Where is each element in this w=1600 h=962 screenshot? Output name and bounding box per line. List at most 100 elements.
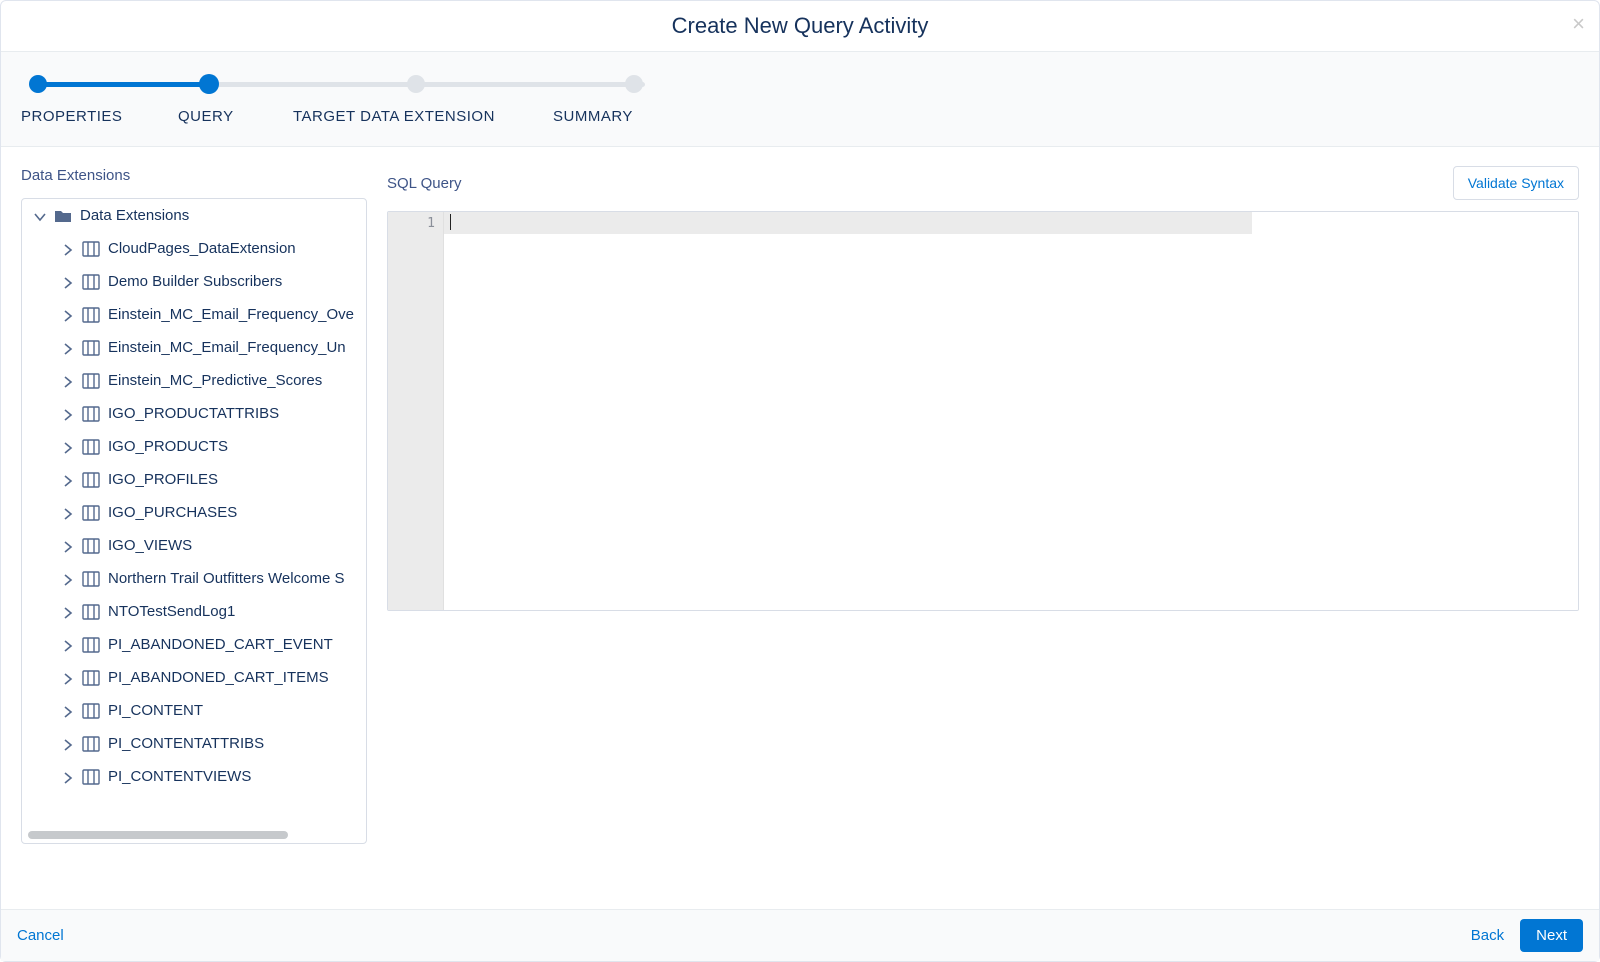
- tree-item[interactable]: PI_CONTENTVIEWS: [22, 760, 366, 793]
- table-icon: [82, 702, 100, 720]
- editor-right-column: [1252, 212, 1578, 610]
- tree-item[interactable]: PI_CONTENTATTRIBS: [22, 727, 366, 760]
- chevron-right-icon[interactable]: [62, 342, 74, 354]
- tree-item[interactable]: IGO_VIEWS: [22, 529, 366, 562]
- tree-item-label: CloudPages_DataExtension: [108, 240, 296, 257]
- chevron-right-icon[interactable]: [62, 672, 74, 684]
- tree-item-label: IGO_PURCHASES: [108, 504, 237, 521]
- table-icon: [82, 438, 100, 456]
- chevron-right-icon[interactable]: [62, 540, 74, 552]
- tree-item[interactable]: IGO_PURCHASES: [22, 496, 366, 529]
- sql-editor[interactable]: 1: [387, 211, 1579, 611]
- scrollbar-thumb[interactable]: [28, 831, 288, 839]
- tree-item-label: PI_ABANDONED_CART_ITEMS: [108, 669, 329, 686]
- tree-item[interactable]: PI_ABANDONED_CART_EVENT: [22, 628, 366, 661]
- chevron-right-icon[interactable]: [62, 474, 74, 486]
- next-button[interactable]: Next: [1520, 919, 1583, 952]
- editor-current-line-highlight: [444, 212, 1262, 234]
- step-label-query[interactable]: QUERY: [178, 108, 234, 125]
- modal-footer: Cancel Back Next: [1, 909, 1599, 961]
- table-icon: [82, 768, 100, 786]
- tree-container: Data Extensions CloudPages_DataExtension…: [21, 198, 367, 844]
- cancel-button[interactable]: Cancel: [17, 927, 64, 944]
- modal-title: Create New Query Activity: [672, 13, 929, 38]
- tree-item-label: PI_CONTENT: [108, 702, 203, 719]
- chevron-right-icon[interactable]: [62, 441, 74, 453]
- sql-query-heading: SQL Query: [387, 175, 461, 192]
- table-icon: [82, 273, 100, 291]
- step-label-target: TARGET DATA EXTENSION: [293, 108, 495, 125]
- step-label-summary: SUMMARY: [553, 108, 633, 125]
- chevron-right-icon[interactable]: [62, 738, 74, 750]
- step-node-summary: [625, 75, 643, 93]
- tree-item-label: PI_CONTENTATTRIBS: [108, 735, 264, 752]
- tree-item-label: NTOTestSendLog1: [108, 603, 235, 620]
- table-icon: [82, 636, 100, 654]
- tree-item[interactable]: CloudPages_DataExtension: [22, 232, 366, 265]
- tree-horizontal-scrollbar[interactable]: [28, 831, 360, 839]
- tree-item[interactable]: IGO_PRODUCTS: [22, 430, 366, 463]
- table-icon: [82, 537, 100, 555]
- step-track-segment-completed: [37, 82, 207, 87]
- tree-item[interactable]: IGO_PRODUCTATTRIBS: [22, 397, 366, 430]
- steps-track: [29, 76, 1579, 92]
- validate-syntax-button[interactable]: Validate Syntax: [1453, 166, 1579, 200]
- chevron-right-icon[interactable]: [62, 507, 74, 519]
- chevron-right-icon[interactable]: [62, 243, 74, 255]
- table-icon: [82, 471, 100, 489]
- chevron-right-icon[interactable]: [62, 573, 74, 585]
- chevron-right-icon[interactable]: [62, 309, 74, 321]
- chevron-down-icon[interactable]: [34, 210, 46, 222]
- sql-query-pane: SQL Query Validate Syntax 1: [387, 167, 1579, 909]
- back-button[interactable]: Back: [1471, 927, 1504, 944]
- tree-item[interactable]: PI_CONTENT: [22, 694, 366, 727]
- folder-icon: [54, 207, 72, 225]
- editor-body[interactable]: [444, 212, 1578, 610]
- step-node-query[interactable]: [199, 74, 219, 94]
- table-icon: [82, 240, 100, 258]
- chevron-right-icon[interactable]: [62, 705, 74, 717]
- editor-caret: [450, 214, 451, 230]
- step-track-segment-pending: [415, 82, 631, 87]
- tree-root-item[interactable]: Data Extensions: [22, 199, 366, 232]
- editor-gutter: 1: [388, 212, 444, 610]
- chevron-right-icon[interactable]: [62, 375, 74, 387]
- tree-item[interactable]: Demo Builder Subscribers: [22, 265, 366, 298]
- tree-item-label: IGO_PRODUCTATTRIBS: [108, 405, 279, 422]
- table-icon: [82, 372, 100, 390]
- table-icon: [82, 735, 100, 753]
- table-icon: [82, 306, 100, 324]
- tree-item[interactable]: Einstein_MC_Email_Frequency_Ove: [22, 298, 366, 331]
- wizard-steps: PROPERTIES QUERY TARGET DATA EXTENSION S…: [1, 52, 1599, 147]
- chevron-right-icon[interactable]: [62, 408, 74, 420]
- tree-item[interactable]: Northern Trail Outfitters Welcome S: [22, 562, 366, 595]
- tree-item[interactable]: IGO_PROFILES: [22, 463, 366, 496]
- step-node-target: [407, 75, 425, 93]
- chevron-right-icon[interactable]: [62, 771, 74, 783]
- tree-item[interactable]: Einstein_MC_Predictive_Scores: [22, 364, 366, 397]
- chevron-right-icon[interactable]: [62, 606, 74, 618]
- table-icon: [82, 603, 100, 621]
- tree-item[interactable]: PI_ABANDONED_CART_ITEMS: [22, 661, 366, 694]
- data-extensions-heading: Data Extensions: [21, 167, 367, 184]
- step-label-properties[interactable]: PROPERTIES: [21, 108, 122, 125]
- step-track-segment-pending: [207, 82, 415, 87]
- tree-item-label: Northern Trail Outfitters Welcome S: [108, 570, 344, 587]
- table-icon: [82, 669, 100, 687]
- close-icon[interactable]: ×: [1572, 11, 1585, 37]
- chevron-right-icon[interactable]: [62, 639, 74, 651]
- chevron-right-icon[interactable]: [62, 276, 74, 288]
- tree-item[interactable]: NTOTestSendLog1: [22, 595, 366, 628]
- tree-scroll[interactable]: Data Extensions CloudPages_DataExtension…: [22, 199, 366, 843]
- data-extensions-pane: Data Extensions Data Extensions CloudPag…: [21, 167, 367, 909]
- step-node-properties[interactable]: [29, 75, 47, 93]
- table-icon: [82, 405, 100, 423]
- table-icon: [82, 570, 100, 588]
- tree-item[interactable]: Einstein_MC_Email_Frequency_Un: [22, 331, 366, 364]
- modal-header: Create New Query Activity ×: [1, 1, 1599, 52]
- tree-item-label: Einstein_MC_Email_Frequency_Un: [108, 339, 346, 356]
- tree-item-label: IGO_PROFILES: [108, 471, 218, 488]
- tree-item-label: IGO_PRODUCTS: [108, 438, 228, 455]
- content-area: Data Extensions Data Extensions CloudPag…: [1, 147, 1599, 909]
- sql-header: SQL Query Validate Syntax: [387, 167, 1579, 199]
